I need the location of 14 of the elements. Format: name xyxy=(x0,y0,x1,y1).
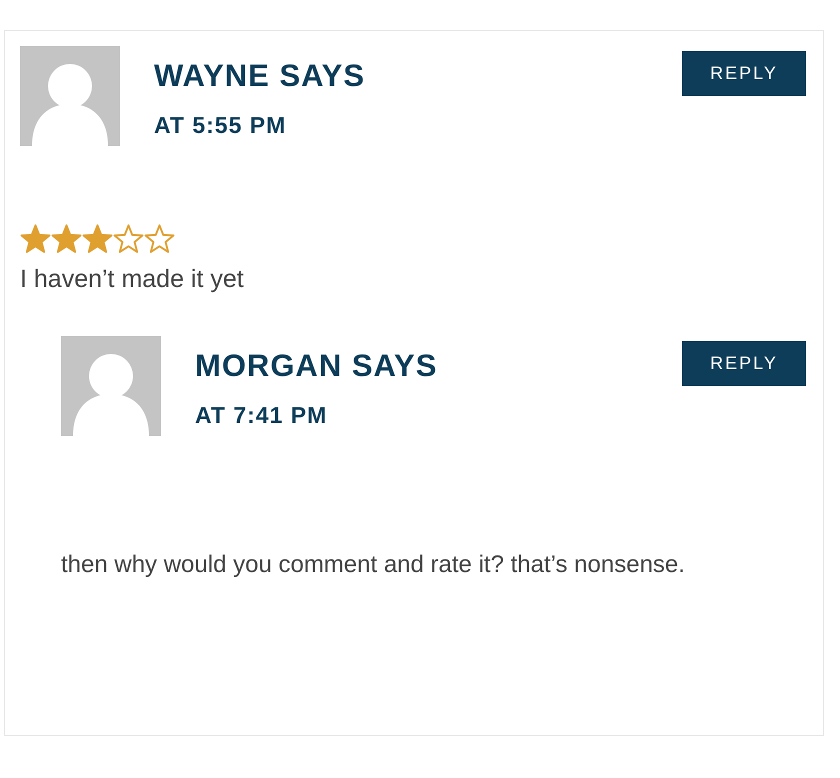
comment-text: I haven’t made it yet xyxy=(20,264,245,295)
reply-button[interactable]: REPLY xyxy=(682,341,806,386)
comment-author: MORGAN SAYS xyxy=(195,347,438,385)
comment-time: AT 7:41 PM xyxy=(195,402,328,429)
filled-star-icon xyxy=(20,224,51,254)
comment-time: AT 5:55 PM xyxy=(154,112,288,139)
filled-star-icon xyxy=(82,224,113,254)
avatar-icon xyxy=(61,336,161,436)
filled-star-icon xyxy=(51,224,82,254)
comment-author: WAYNE SAYS xyxy=(154,57,366,95)
comment-text: then why would you comment and rate it? that’s nonsense. xyxy=(61,550,686,580)
reply-button[interactable]: REPLY xyxy=(682,51,806,96)
empty-star-icon xyxy=(144,224,175,254)
avatar-icon xyxy=(20,46,120,146)
